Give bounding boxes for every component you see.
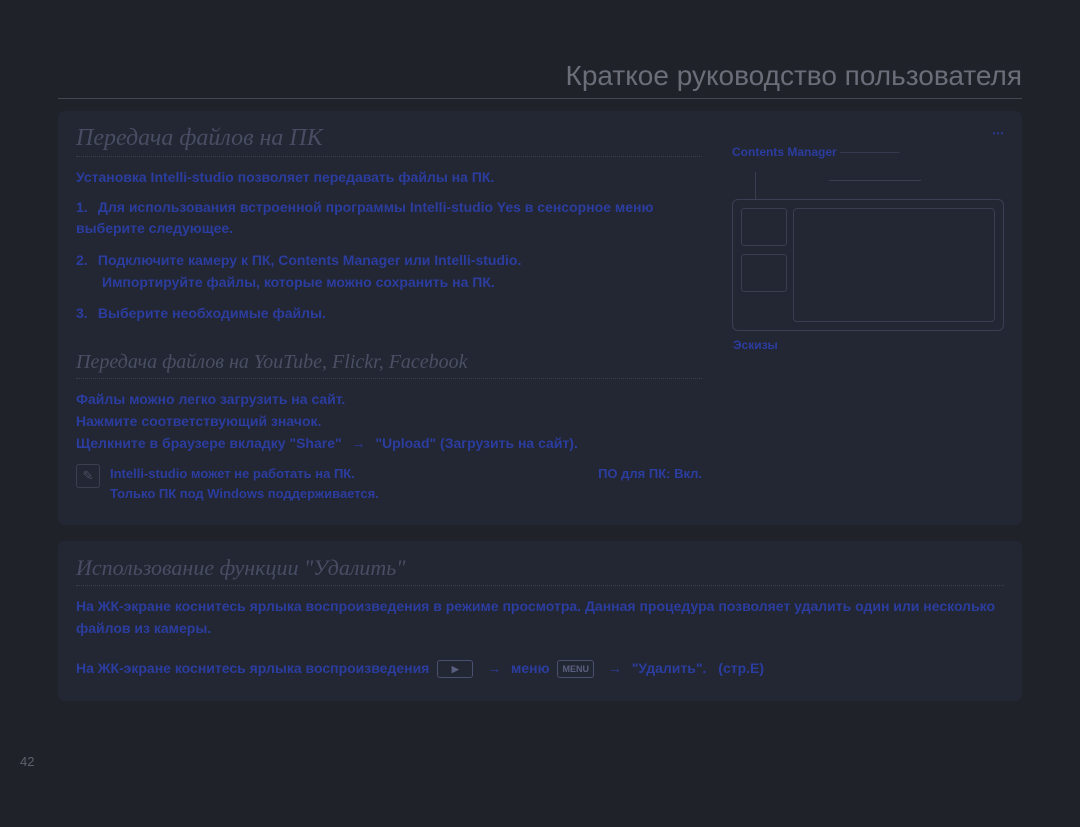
- caption-thumbnails: Эскизы: [733, 337, 778, 354]
- note-line-1: Intelli-studio может не работать на ПК.: [110, 464, 379, 484]
- diagram-caption-box: ⋯ Contents Manager ─────── Эскизы: [732, 125, 1004, 331]
- delete-action-line: На ЖК-экране коснитесь ярлыка воспроизве…: [76, 658, 1004, 680]
- upload-action: Щелкните в браузере вкладку "Share" → "U…: [76, 433, 702, 455]
- upload-text-2: Нажмите соответствующий значок.: [76, 411, 702, 433]
- intro-text: Установка Intelli-studio позволяет перед…: [76, 167, 702, 189]
- step-text: Для использования встроенной программы I…: [76, 199, 653, 237]
- step-3: 3. Выберите необходимые файлы.: [76, 303, 702, 325]
- note-line-2: Только ПК под Windows поддерживается.: [110, 484, 379, 504]
- step-text: Выберите необходимые файлы.: [98, 305, 326, 321]
- step-2: 2. Подключите камеру к ПК, Contents Mana…: [76, 250, 702, 293]
- page-number: 42: [20, 754, 34, 769]
- note-text: Intelli-studio может не работать на ПК. …: [110, 464, 379, 503]
- upload-text-1: Файлы можно легко загрузить на сайт.: [76, 389, 702, 411]
- delete-action-end: "Удалить".: [632, 660, 707, 676]
- note-block: ✎ Intelli-studio может не работать на ПК…: [76, 464, 702, 503]
- delete-action-ref: (стр.E): [718, 660, 764, 676]
- step-number: 3.: [76, 303, 94, 325]
- caption-contents-manager: Contents Manager ───────: [732, 144, 1004, 161]
- delete-description: На ЖК-экране коснитесь ярлыка воспроизве…: [76, 596, 1004, 639]
- delete-action-pre: На ЖК-экране коснитесь ярлыка воспроизве…: [76, 660, 429, 676]
- arrow-icon: →: [487, 658, 501, 680]
- arrow-icon: →: [608, 658, 622, 680]
- section-heading-delete: Использование функции "Удалить": [76, 555, 1004, 586]
- section-heading-upload: Передача файлов на YouTube, Flickr, Face…: [76, 351, 702, 379]
- page-title: Краткое руководство пользователя: [58, 60, 1022, 99]
- panel-delete: Использование функции "Удалить" На ЖК-эк…: [58, 541, 1022, 701]
- menu-icon: MENU: [557, 660, 594, 678]
- diagram-thumb: [741, 208, 787, 246]
- play-icon: ▶: [437, 660, 473, 678]
- note-right: ПО для ПК: Вкл.: [598, 464, 702, 484]
- arrow-icon: →: [352, 433, 366, 455]
- caption-corner: ⋯: [732, 125, 1004, 142]
- upload-action-pre: Щелкните в браузере вкладку "Share": [76, 435, 342, 451]
- section-heading-transfer: Передача файлов на ПК: [76, 125, 702, 157]
- step-subtext: Импортируйте файлы, которые можно сохран…: [102, 272, 702, 294]
- delete-action-mid: меню: [511, 660, 550, 676]
- step-text: Подключите камеру к ПК, Contents Manager…: [98, 252, 521, 268]
- diagram-thumb: [741, 254, 787, 292]
- upload-action-post: "Upload" (Загрузить на сайт).: [375, 435, 577, 451]
- panel-transfer: Передача файлов на ПК Установка Intelli-…: [58, 111, 1022, 525]
- note-icon: ✎: [76, 464, 100, 488]
- diagram-main-pane: [793, 208, 995, 322]
- step-1: 1. Для использования встроенной программ…: [76, 197, 702, 240]
- step-number: 1.: [76, 197, 94, 219]
- app-diagram: Эскизы: [732, 199, 1004, 331]
- step-number: 2.: [76, 250, 94, 272]
